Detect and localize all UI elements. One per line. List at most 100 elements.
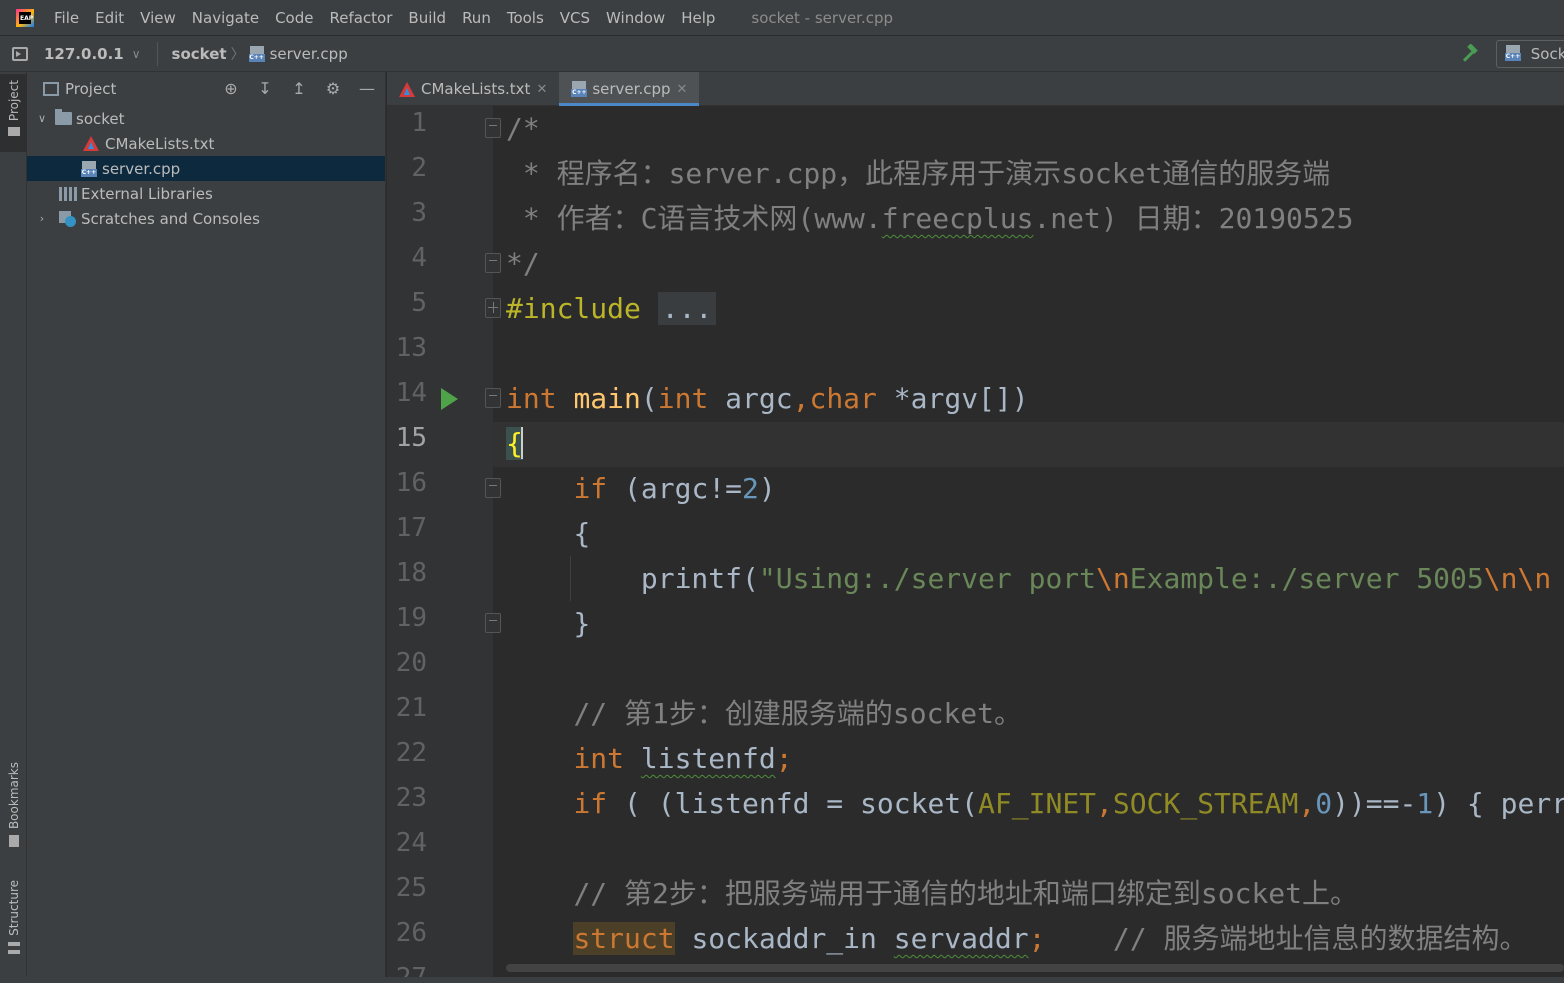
horizontal-scrollbar[interactable] — [506, 964, 1564, 972]
text-cursor — [520, 427, 523, 459]
comment: .net) 日期：20190525 — [1033, 202, 1354, 235]
tree-item-label: socket — [76, 109, 125, 128]
locate-target-icon[interactable]: ⊕ — [221, 79, 241, 99]
expression: ) { perr — [1433, 787, 1564, 820]
chevron-down-icon[interactable]: ∨ — [35, 112, 49, 125]
line-number: 2 — [411, 153, 427, 183]
menu-bar: EAP File Edit View Navigate Code Refacto… — [0, 0, 1564, 36]
comment: * 作者：C语言技术网(www. — [506, 202, 882, 235]
project-panel-title[interactable]: Project — [65, 80, 116, 98]
code-line-23: if ( (listenfd = socket(AF_INET,SOCK_STR… — [506, 781, 1564, 826]
identifier: listenfd — [640, 742, 776, 775]
project-view-icon — [43, 82, 59, 96]
menu-file[interactable]: File — [54, 9, 79, 27]
line-number: 22 — [395, 738, 427, 768]
project-tool-tab[interactable]: Project — [0, 74, 27, 152]
line-number-current: 15 — [395, 423, 427, 453]
cmake-icon — [399, 81, 415, 97]
expression: ))==- — [1332, 787, 1417, 820]
type-name: sockaddr_in — [674, 922, 894, 955]
code-line-16: if (argc!=2) — [506, 466, 775, 511]
tree-item-label: CMakeLists.txt — [105, 134, 215, 153]
brace: { — [573, 517, 591, 550]
identifier: *argv[]) — [876, 382, 1029, 415]
menu-vcs[interactable]: VCS — [560, 9, 590, 27]
unfold-toggle-icon[interactable] — [485, 298, 501, 318]
escape-sequence: \n\n — [1483, 562, 1552, 595]
close-icon[interactable]: ✕ — [677, 82, 688, 97]
minimize-icon[interactable]: — — [357, 79, 377, 99]
tree-item-scratches[interactable]: › Scratches and Consoles — [27, 206, 385, 231]
comment: // 第2步：把服务端用于通信的地址和端口绑定到socket上。 — [573, 877, 1359, 910]
punctuation: , — [792, 382, 810, 415]
fold-toggle-icon[interactable] — [485, 253, 501, 273]
menu-help[interactable]: Help — [681, 9, 715, 27]
code-line-25: // 第2步：把服务端用于通信的地址和端口绑定到socket上。 — [506, 871, 1358, 916]
tree-item-socket[interactable]: ∨ socket — [27, 106, 385, 131]
bookmarks-tool-tab[interactable]: Bookmarks — [0, 762, 27, 862]
line-number: 19 — [395, 603, 427, 633]
line-number: 24 — [395, 828, 427, 858]
keyword: if — [573, 787, 608, 820]
structure-icon — [7, 941, 20, 954]
breadcrumb-separator-icon: 〉 — [230, 46, 245, 63]
host-selector[interactable]: 127.0.0.1 — [44, 45, 124, 63]
menu-view[interactable]: View — [140, 9, 176, 27]
number: 0 — [1315, 787, 1333, 820]
fold-toggle-icon[interactable] — [485, 388, 501, 408]
chevron-down-icon[interactable]: ∨ — [132, 47, 141, 61]
keyword: int — [657, 382, 709, 415]
tree-item-label: External Libraries — [81, 184, 213, 203]
escape-sequence: \n — [1096, 562, 1130, 595]
remote-host-icon[interactable] — [12, 46, 28, 61]
run-configuration-label: Sock — [1530, 45, 1564, 63]
menu-navigate[interactable]: Navigate — [192, 9, 259, 27]
run-main-icon[interactable] — [441, 388, 458, 410]
fold-toggle-icon[interactable] — [485, 613, 501, 633]
close-icon[interactable]: ✕ — [536, 82, 547, 97]
tree-item-label: Scratches and Consoles — [81, 209, 260, 228]
tab-label: server.cpp — [592, 80, 671, 98]
line-number: 23 — [395, 783, 427, 813]
comment: * 程序名：server.cpp，此程序用于演示socket通信的服务端 — [506, 157, 1331, 190]
code-line-17: { — [506, 511, 590, 556]
expand-all-icon[interactable]: ↧ — [255, 79, 275, 99]
comment: // 第1步：创建服务端的socket。 — [573, 697, 1023, 730]
menu-refactor[interactable]: Refactor — [329, 9, 392, 27]
menu-window[interactable]: Window — [606, 9, 665, 27]
breadcrumb-project[interactable]: socket — [172, 45, 227, 63]
menu-build[interactable]: Build — [408, 9, 446, 27]
tree-item-external-libraries[interactable]: External Libraries — [27, 181, 385, 206]
tree-item-server-cpp[interactable]: C++ server.cpp — [27, 156, 385, 181]
code-line-26: struct sockaddr_in servaddr; // 服务端地址信息的… — [506, 916, 1527, 961]
gear-icon[interactable]: ⚙ — [323, 79, 343, 99]
macro: SOCK_STREAM — [1112, 787, 1299, 820]
fold-toggle-icon[interactable] — [485, 478, 501, 498]
tree-item-cmakelists[interactable]: CMakeLists.txt — [27, 131, 385, 156]
cmake-icon — [83, 136, 99, 151]
folded-region[interactable]: ... — [657, 292, 717, 325]
clion-logo-icon: EAP — [14, 7, 36, 29]
library-icon — [59, 186, 77, 201]
keyword: int — [506, 382, 557, 415]
editor-tab-bar: CMakeLists.txt ✕ C++ server.cpp ✕ — [387, 72, 1564, 106]
code-editor[interactable]: 1 2 3 4 5 13 14 15 16 17 18 19 20 21 22 … — [387, 106, 1564, 983]
breadcrumb-file[interactable]: server.cpp — [270, 45, 348, 63]
menu-tools[interactable]: Tools — [507, 9, 544, 27]
collapse-all-icon[interactable]: ↥ — [289, 79, 309, 99]
chevron-right-icon[interactable]: › — [35, 212, 49, 225]
menu-edit[interactable]: Edit — [95, 9, 124, 27]
menu-run[interactable]: Run — [462, 9, 491, 27]
structure-tool-tab[interactable]: Structure — [0, 880, 27, 972]
scratches-icon — [59, 210, 77, 227]
run-configuration-selector[interactable]: C++ Sock — [1496, 40, 1564, 68]
tab-server-cpp[interactable]: C++ server.cpp ✕ — [559, 72, 700, 106]
fold-toggle-icon[interactable] — [485, 118, 501, 138]
build-hammer-icon[interactable] — [1460, 44, 1480, 64]
tab-cmakelists[interactable]: CMakeLists.txt ✕ — [387, 72, 559, 106]
current-line-highlight — [493, 422, 1564, 467]
menu-code[interactable]: Code — [275, 9, 313, 27]
keyword: char — [809, 382, 877, 415]
bookmark-icon — [8, 835, 19, 848]
comment: // 服务端地址信息的数据结构。 — [1045, 922, 1528, 955]
